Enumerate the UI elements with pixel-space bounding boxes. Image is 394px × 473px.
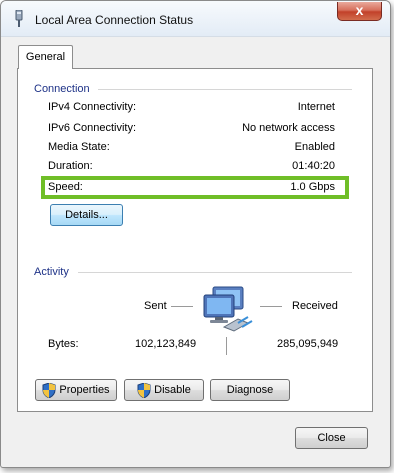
media-state-value: Enabled	[294, 141, 335, 153]
bytes-received-value: 285,095,949	[277, 338, 339, 350]
dialog-window: Local Area Connection Status x General C…	[0, 0, 391, 468]
tab-general[interactable]: General	[18, 45, 73, 69]
close-button[interactable]: Close	[295, 427, 368, 449]
network-computers-icon	[203, 286, 253, 332]
media-state-label: Media State:	[48, 141, 110, 153]
close-button-label: Close	[317, 432, 346, 444]
uac-shield-icon	[42, 382, 56, 398]
disable-button[interactable]: Disable	[124, 379, 204, 401]
close-window-button[interactable]: x	[337, 2, 382, 21]
details-button[interactable]: Details...	[50, 204, 123, 226]
duration-label: Duration:	[48, 160, 93, 172]
received-line	[260, 306, 282, 307]
disable-button-label: Disable	[154, 384, 191, 396]
speed-label: Speed:	[48, 181, 83, 193]
network-adapter-icon	[15, 10, 23, 27]
received-label: Received	[292, 300, 338, 312]
sent-label: Sent	[144, 300, 167, 312]
details-button-label: Details...	[65, 209, 108, 221]
speed-value: 1.0 Gbps	[290, 181, 335, 193]
ipv6-label: IPv6 Connectivity:	[48, 122, 137, 134]
activity-heading: Activity	[34, 266, 69, 278]
properties-button-label: Properties	[59, 384, 110, 396]
bytes-divider	[226, 337, 227, 355]
bytes-label: Bytes:	[48, 338, 79, 350]
activity-divider	[78, 272, 352, 273]
ipv4-value: Internet	[297, 101, 335, 113]
uac-shield-icon	[137, 382, 151, 398]
title-bar[interactable]: Local Area Connection Status x	[1, 1, 390, 37]
connection-heading: Connection	[34, 83, 90, 95]
general-panel	[17, 68, 373, 412]
bytes-sent-value: 102,123,849	[135, 338, 197, 350]
ipv4-label: IPv4 Connectivity:	[48, 101, 137, 113]
properties-button[interactable]: Properties	[35, 379, 117, 401]
window-title: Local Area Connection Status	[35, 13, 194, 27]
ipv6-value: No network access	[242, 122, 335, 134]
diagnose-button-label: Diagnose	[226, 384, 274, 396]
diagnose-button[interactable]: Diagnose	[210, 379, 290, 401]
sent-line	[171, 306, 193, 307]
duration-value: 01:40:20	[292, 160, 335, 172]
connection-divider	[98, 89, 352, 90]
